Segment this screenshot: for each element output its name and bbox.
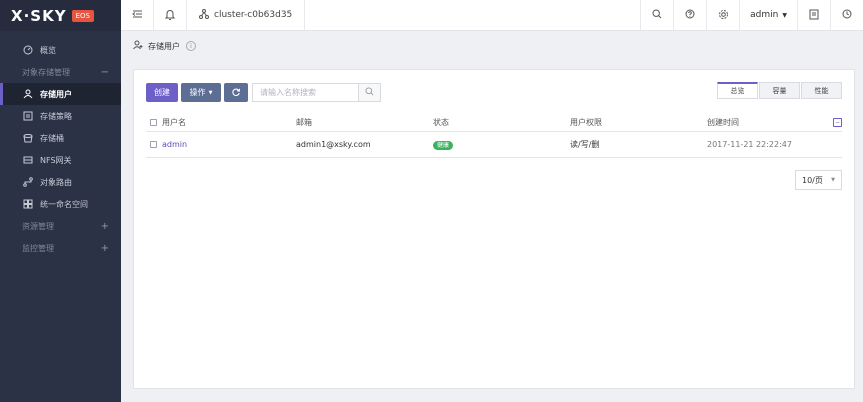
operations-label: 操作 (189, 88, 206, 97)
search-submit-button[interactable] (358, 83, 381, 102)
create-button[interactable]: 创建 (146, 83, 178, 102)
cluster-icon (199, 8, 209, 22)
cluster-selector[interactable]: cluster-c0b63d35 (187, 0, 306, 30)
users-table: 用户名 邮箱 状态 用户权限 创建时间 − admin admin1@xsky.… (146, 114, 842, 158)
column-header[interactable]: 状态 (433, 117, 570, 128)
sidebar-item-label: NFS网关 (40, 155, 72, 165)
operations-dropdown[interactable]: 操作 ▼ (181, 83, 221, 102)
user-icon (22, 88, 34, 100)
expand-icon: + (100, 242, 109, 254)
dashboard-icon (22, 44, 34, 56)
page-title: 存储用户 (148, 41, 180, 51)
sidebar-item-label: 存储桶 (40, 133, 64, 143)
row-checkbox[interactable] (150, 141, 157, 148)
history-button[interactable] (830, 0, 863, 30)
sidebar-item-overview[interactable]: 概览 (0, 39, 121, 61)
sidebar-item-object-route[interactable]: 对象路由 (0, 171, 121, 193)
page-size-select[interactable]: 10/页 ▼ (795, 170, 842, 190)
sidebar-item-storage-policy[interactable]: 存储策略 (0, 105, 121, 127)
search-button[interactable] (640, 0, 673, 30)
sidebar-item-nfs-gateway[interactable]: NFS网关 (0, 149, 121, 171)
sidebar-nav: 概览 对象存储管理 − 存储用户 存储策略 存储桶 NFS网关 对象路由 统一命… (0, 31, 121, 259)
sidebar-group-monitor[interactable]: 监控管理 + (0, 237, 121, 259)
search-icon (652, 9, 662, 21)
expand-icon: + (100, 220, 109, 232)
sidebar-group-resource[interactable]: 资源管理 + (0, 215, 121, 237)
top-bar: cluster-c0b63d35 admin ▼ (121, 0, 863, 31)
tasks-button[interactable] (797, 0, 830, 30)
column-header[interactable]: 用户权限 (570, 117, 707, 128)
help-button[interactable] (673, 0, 706, 30)
help-icon (685, 9, 695, 21)
status-badge: 健康 (433, 141, 454, 150)
notifications-button[interactable] (154, 0, 187, 30)
gateway-icon (22, 154, 34, 166)
product-badge: EOS (71, 9, 94, 22)
tab-capacity[interactable]: 容量 (759, 82, 800, 99)
clock-icon (842, 9, 852, 21)
search-box (252, 83, 381, 102)
created-time-cell: 2017-11-21 22:22:47 (707, 140, 792, 149)
email-cell: admin1@xsky.com (296, 140, 371, 149)
sidebar-group-label: 资源管理 (22, 221, 54, 231)
sidebar-group-label: 对象存储管理 (22, 67, 70, 77)
gear-icon (718, 9, 729, 22)
refresh-icon (231, 87, 241, 99)
toolbar: 创建 操作 ▼ (146, 83, 381, 102)
chevron-down-icon: ▼ (208, 89, 213, 96)
menu-icon (131, 9, 143, 21)
top-bar-actions: admin ▼ (640, 0, 863, 30)
select-all-checkbox[interactable] (150, 119, 157, 126)
chevron-down-icon: ▼ (831, 177, 835, 183)
sidebar-item-unified-namespace[interactable]: 统一命名空间 (0, 193, 121, 215)
sidebar-item-label: 对象路由 (40, 177, 72, 187)
column-header[interactable]: 邮箱 (296, 117, 433, 128)
logo[interactable]: X·SKY EOS (0, 0, 121, 31)
policy-icon (22, 110, 34, 122)
sidebar-item-label: 存储用户 (40, 89, 72, 99)
sidebar-item-storage-users[interactable]: 存储用户 (0, 83, 121, 105)
cluster-name: cluster-c0b63d35 (214, 10, 293, 20)
tab-performance[interactable]: 性能 (801, 82, 842, 99)
sidebar-item-label: 统一命名空间 (40, 199, 88, 209)
breadcrumb: 存储用户 i (133, 40, 196, 52)
search-input[interactable] (252, 83, 358, 102)
sidebar-item-label: 概览 (40, 45, 56, 55)
page-size-value: 10/页 (802, 175, 823, 185)
user-menu[interactable]: admin ▼ (739, 0, 797, 30)
info-icon[interactable]: i (186, 41, 196, 51)
bucket-icon (22, 132, 34, 144)
sidebar-group-object-storage[interactable]: 对象存储管理 − (0, 61, 121, 83)
permission-cell: 读/写/删 (570, 140, 600, 149)
sidebar-item-label: 存储策略 (40, 111, 72, 121)
tab-overview[interactable]: 总览 (717, 82, 758, 99)
content-panel: 创建 操作 ▼ 总览 容量 性能 用户名 (133, 69, 855, 389)
username: admin (750, 10, 779, 20)
column-header[interactable]: 用户名 (162, 117, 186, 128)
sidebar: X·SKY EOS 概览 对象存储管理 − 存储用户 存储策略 存储桶 NFS网… (0, 0, 121, 402)
chevron-down-icon: ▼ (782, 11, 787, 19)
user-icon (133, 40, 143, 52)
task-list-icon (809, 9, 819, 22)
sidebar-group-label: 监控管理 (22, 243, 54, 253)
collapse-icon: − (100, 66, 109, 78)
menu-toggle-button[interactable] (121, 0, 154, 30)
namespace-icon (22, 198, 34, 210)
table-header: 用户名 邮箱 状态 用户权限 创建时间 − (146, 114, 842, 132)
settings-button[interactable] (706, 0, 739, 30)
refresh-button[interactable] (224, 83, 248, 102)
sidebar-item-bucket[interactable]: 存储桶 (0, 127, 121, 149)
table-row[interactable]: admin admin1@xsky.com 健康 读/写/删 2017-11-2… (146, 132, 842, 158)
logo-text: X·SKY (11, 6, 67, 25)
username-link[interactable]: admin (162, 140, 187, 149)
view-tabs: 总览 容量 性能 (716, 82, 842, 99)
column-settings-icon[interactable]: − (833, 118, 842, 127)
bell-icon (164, 9, 176, 22)
search-icon (365, 87, 374, 98)
column-header[interactable]: 创建时间 (707, 117, 832, 128)
route-icon (22, 176, 34, 188)
